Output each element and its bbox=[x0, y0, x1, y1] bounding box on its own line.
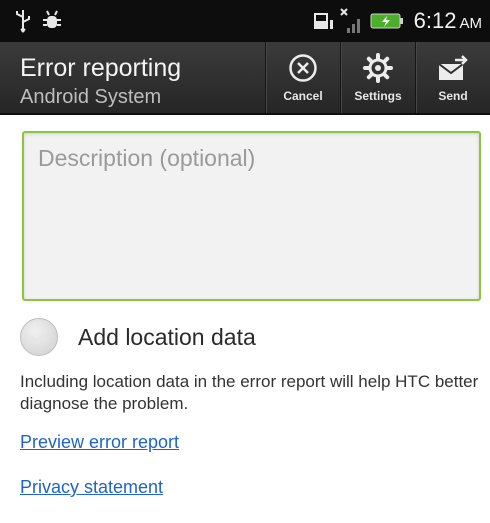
settings-button[interactable]: Settings bbox=[340, 42, 415, 113]
send-label: Send bbox=[438, 88, 468, 103]
clock-ampm: AM bbox=[459, 15, 483, 32]
battery-icon bbox=[370, 12, 404, 30]
checkmark-icon bbox=[30, 329, 49, 345]
settings-label: Settings bbox=[354, 88, 402, 103]
debug-icon bbox=[42, 9, 62, 33]
page-subtitle: Android System bbox=[20, 86, 162, 108]
description-field-container bbox=[22, 131, 481, 301]
cancel-icon bbox=[288, 53, 318, 83]
location-info-text: Including location data in the error rep… bbox=[20, 372, 479, 413]
cancel-label: Cancel bbox=[283, 88, 323, 103]
status-bar: 6:12 AM bbox=[0, 0, 490, 42]
action-bar: Error reporting Android System Cancel Se… bbox=[0, 42, 490, 115]
send-icon bbox=[437, 53, 469, 83]
description-input[interactable] bbox=[24, 133, 479, 299]
sd-card-icon bbox=[312, 10, 334, 32]
location-checkbox[interactable] bbox=[20, 318, 58, 356]
gear-icon bbox=[363, 52, 393, 83]
location-label: Add location data bbox=[78, 323, 256, 350]
preview-error-report-link[interactable]: Preview error report bbox=[20, 432, 179, 453]
status-right-icons: 6:12 AM bbox=[312, 8, 482, 34]
cancel-button[interactable]: Cancel bbox=[265, 42, 340, 113]
signal-icon bbox=[339, 8, 364, 34]
action-bar-titles: Error reporting Android System bbox=[20, 54, 181, 110]
status-clock: 6:12 AM bbox=[414, 8, 482, 34]
add-location-checkbox-row[interactable]: Add location data bbox=[20, 317, 256, 357]
usb-icon bbox=[14, 9, 32, 33]
privacy-statement-link[interactable]: Privacy statement bbox=[20, 477, 163, 498]
status-left-icons bbox=[14, 9, 62, 33]
clock-time: 6:12 bbox=[413, 8, 457, 33]
page-title: Error reporting bbox=[20, 54, 182, 82]
send-button[interactable]: Send bbox=[415, 42, 490, 113]
action-buttons: Cancel Settings Send bbox=[265, 42, 490, 113]
